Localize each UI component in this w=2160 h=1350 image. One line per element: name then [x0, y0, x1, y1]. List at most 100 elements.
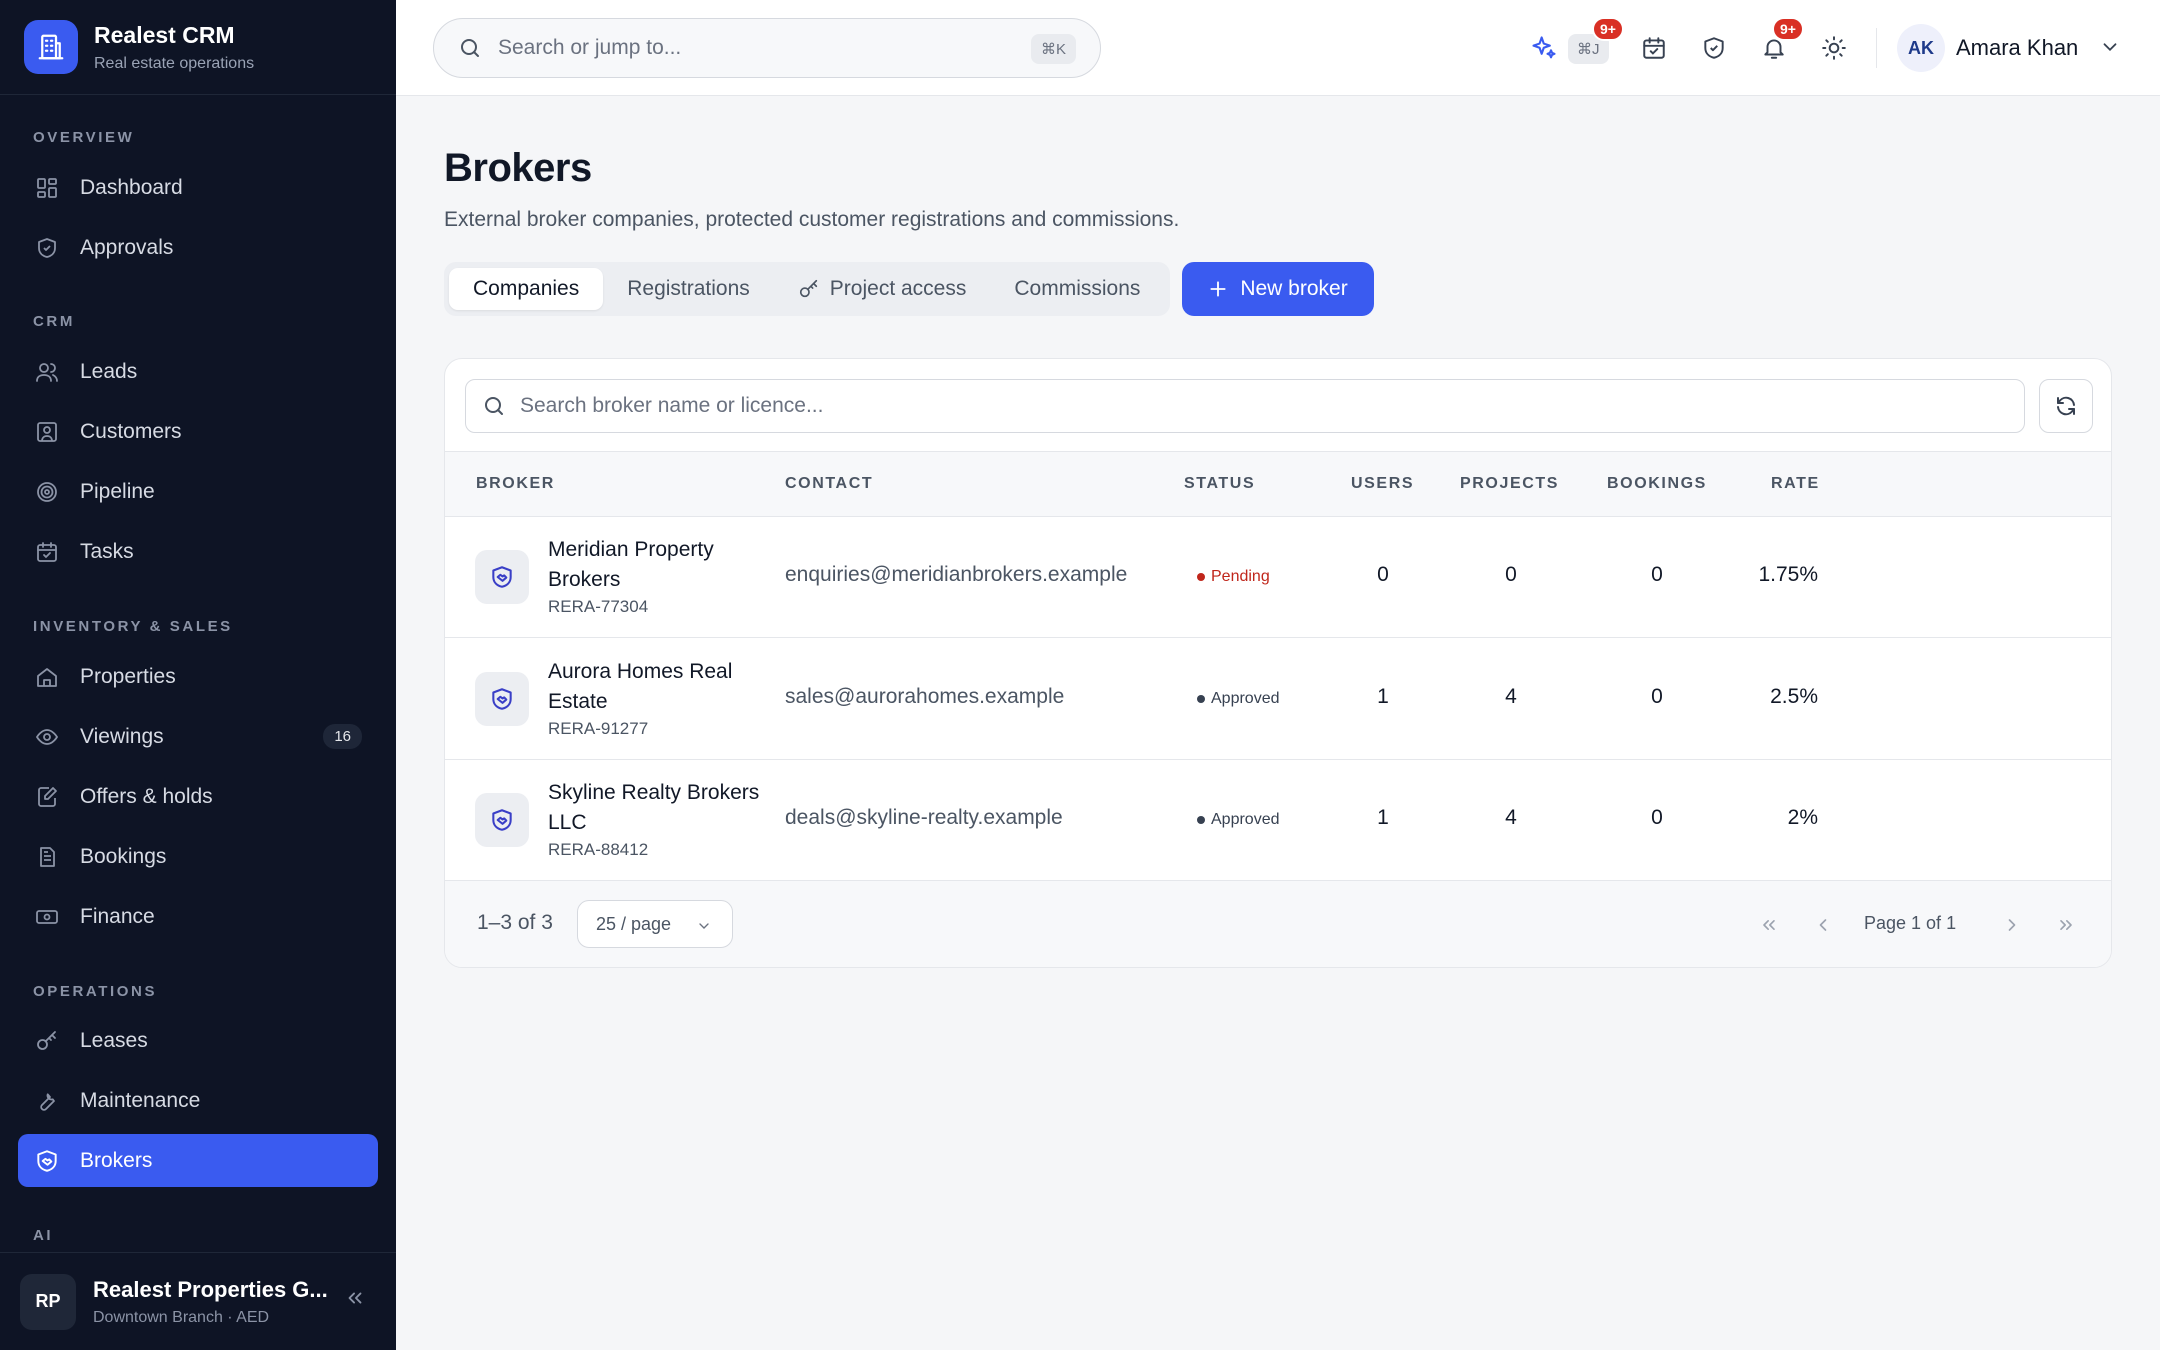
tab-companies[interactable]: Companies — [449, 268, 604, 310]
sidebar-item-label: Leases — [80, 1028, 148, 1052]
sidebar-item-leases[interactable]: Leases — [18, 1014, 378, 1067]
sidebar-item-customers[interactable]: Customers — [18, 405, 378, 458]
sidebar-item-approvals[interactable]: Approvals — [18, 221, 378, 274]
banknote-icon — [32, 902, 62, 932]
topbar-divider — [1876, 28, 1877, 68]
org-switcher[interactable]: RP Realest Properties G... Downtown Bran… — [0, 1252, 396, 1350]
sidebar-item-maintenance[interactable]: Maintenance — [18, 1074, 378, 1127]
sidebar-item-offers[interactable]: Offers & holds — [18, 770, 378, 823]
bookings-count: 0 — [1651, 685, 1663, 708]
broker-licence: RERA-77304 — [548, 597, 649, 616]
sidebar-item-label: Maintenance — [80, 1088, 201, 1112]
last-page-icon[interactable] — [2052, 911, 2080, 939]
bookings-count: 0 — [1651, 563, 1663, 586]
status-dot — [1197, 573, 1205, 581]
projects-count: 4 — [1505, 806, 1517, 829]
global-search[interactable]: Search or jump to... ⌘K — [433, 18, 1101, 78]
grid-icon — [32, 173, 62, 203]
col-broker[interactable]: BROKER — [476, 475, 555, 493]
topbar: Search or jump to... ⌘K ⌘J 9+ 9+ AK Amar… — [396, 0, 2160, 96]
brand[interactable]: Realest CRM Real estate operations — [0, 0, 396, 95]
tab-project-access[interactable]: Project access — [774, 268, 991, 310]
status-label: Approved — [1211, 811, 1280, 828]
chevron-down-icon[interactable] — [2099, 36, 2121, 58]
avatar[interactable]: AK — [1897, 24, 1945, 72]
page-size-value: 25 / page — [596, 913, 672, 934]
page-title: Brokers — [444, 146, 592, 190]
handshake-icon — [32, 1146, 62, 1176]
bookings-count: 0 — [1651, 806, 1663, 829]
page-subtitle: External broker companies, protected cus… — [444, 208, 1180, 231]
col-status[interactable]: STATUS — [1184, 475, 1255, 493]
sidebar-item-properties[interactable]: Properties — [18, 650, 378, 703]
sidebar-item-viewings[interactable]: Viewings 16 — [18, 710, 378, 763]
sun-icon[interactable] — [1816, 30, 1852, 66]
col-rate[interactable]: RATE — [1771, 475, 1820, 493]
collapse-sidebar-icon[interactable] — [344, 1287, 366, 1309]
table-row[interactable]: Aurora Homes Real Estate RERA-91277 sale… — [445, 639, 2111, 760]
prev-page-icon[interactable] — [1809, 911, 1837, 939]
viewings-count-badge: 16 — [323, 724, 362, 749]
table-header: BROKER CONTACT STATUS USERS PROJECTS BOO… — [445, 451, 2111, 517]
row-range: 1–3 of 3 — [477, 911, 553, 934]
sidebar-item-pipeline[interactable]: Pipeline — [18, 465, 378, 518]
sidebar-item-dashboard[interactable]: Dashboard — [18, 161, 378, 214]
ai-count-badge: 9+ — [1592, 17, 1624, 41]
sidebar: Realest CRM Real estate operations OVERV… — [0, 0, 396, 1350]
table-row[interactable]: Meridian Property Brokers RERA-77304 enq… — [445, 517, 2111, 638]
home-icon — [32, 662, 62, 692]
col-users[interactable]: USERS — [1351, 475, 1414, 493]
notification-count-badge: 9+ — [1772, 17, 1804, 41]
broker-contact[interactable]: enquiries@meridianbrokers.example — [785, 563, 1127, 587]
broker-contact[interactable]: deals@skyline-realty.example — [785, 806, 1063, 830]
sidebar-item-label: Finance — [80, 904, 155, 928]
app-name: Realest CRM — [94, 21, 235, 48]
col-bookings[interactable]: BOOKINGS — [1607, 475, 1707, 493]
status-label: Pending — [1211, 568, 1270, 585]
projects-count: 0 — [1505, 563, 1517, 586]
ai-sparkle-icon[interactable] — [1526, 30, 1562, 66]
commission-rate: 1.75% — [1758, 563, 1818, 586]
sidebar-item-tasks[interactable]: Tasks — [18, 525, 378, 578]
sidebar-item-brokers[interactable]: Brokers — [18, 1134, 378, 1187]
building-icon — [24, 20, 78, 74]
target-icon — [32, 477, 62, 507]
col-projects[interactable]: PROJECTS — [1460, 475, 1559, 493]
org-avatar: RP — [20, 1273, 76, 1330]
users-count: 1 — [1377, 685, 1389, 708]
section-overview: OVERVIEW — [33, 129, 135, 146]
sidebar-item-leads[interactable]: Leads — [18, 345, 378, 398]
first-page-icon[interactable] — [1755, 911, 1783, 939]
new-broker-button[interactable]: New broker — [1182, 262, 1374, 316]
section-inventory: INVENTORY & SALES — [33, 618, 233, 635]
search-shortcut: ⌘K — [1030, 34, 1076, 64]
sidebar-item-bookings[interactable]: Bookings — [18, 830, 378, 883]
search-icon — [482, 394, 506, 418]
next-page-icon[interactable] — [1998, 911, 2026, 939]
tab-commissions[interactable]: Commissions — [990, 268, 1164, 310]
status-badge: Approved — [1197, 811, 1280, 829]
edit-icon — [32, 782, 62, 812]
refresh-button[interactable] — [2039, 379, 2093, 433]
sidebar-item-label: Bookings — [80, 844, 167, 868]
col-contact[interactable]: CONTACT — [785, 475, 873, 493]
status-dot — [1197, 695, 1205, 703]
shield-check-icon[interactable] — [1696, 30, 1732, 66]
page-size-select[interactable]: 25 / page — [577, 900, 733, 948]
tab-bar: Companies Registrations Project access C… — [444, 262, 1170, 316]
chevron-down-icon — [696, 918, 712, 934]
broker-contact[interactable]: sales@aurorahomes.example — [785, 685, 1064, 709]
calendar-check-icon — [32, 537, 62, 567]
sidebar-item-finance[interactable]: Finance — [18, 890, 378, 943]
search-placeholder: Search or jump to... — [498, 36, 682, 59]
user-name[interactable]: Amara Khan — [1956, 35, 2078, 61]
eye-icon — [32, 722, 62, 752]
calendar-icon[interactable] — [1636, 30, 1672, 66]
tab-registrations[interactable]: Registrations — [603, 268, 774, 310]
broker-shield-icon — [475, 793, 529, 847]
broker-search-input[interactable]: Search broker name or licence... — [465, 379, 2025, 433]
document-icon — [32, 842, 62, 872]
commission-rate: 2.5% — [1770, 685, 1818, 708]
table-row[interactable]: Skyline Realty Brokers LLC RERA-88412 de… — [445, 760, 2111, 881]
broker-name: Aurora Homes Real Estate — [548, 660, 733, 713]
